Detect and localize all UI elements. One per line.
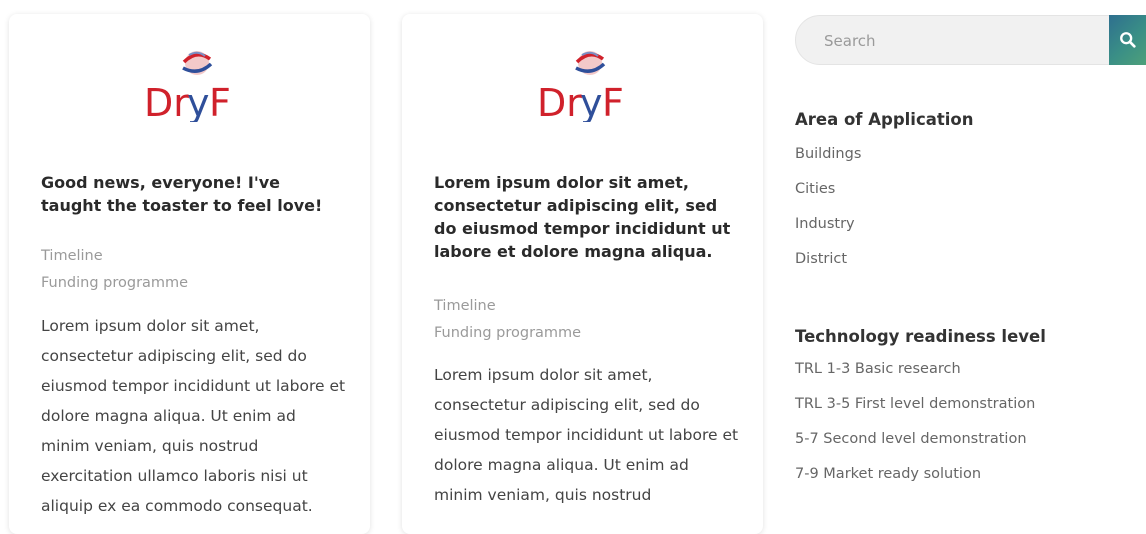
post-description: Lorem ipsum dolor sit amet, consectetur … <box>434 366 739 504</box>
search-input[interactable] <box>822 16 1096 66</box>
filter-link-industry[interactable]: Industry <box>795 207 861 242</box>
search-icon <box>1119 32 1136 48</box>
dryf-logo-image: Dr y F <box>537 51 624 122</box>
svg-text:y: y <box>580 81 603 122</box>
timeline-label: Timeline <box>41 248 103 264</box>
post-title[interactable]: Lorem ipsum dolor sit amet, consectetur … <box>434 171 734 263</box>
post-meta: Timeline Funding programme <box>434 293 581 347</box>
post-description: Lorem ipsum dolor sit amet, consectetur … <box>41 317 346 515</box>
svg-text:y: y <box>187 81 210 122</box>
filter-link-trl-1-3[interactable]: TRL 1-3 Basic research <box>795 352 1035 387</box>
filter-link-cities[interactable]: Cities <box>795 172 861 207</box>
timeline-label: Timeline <box>434 298 496 314</box>
search-bar <box>795 15 1146 66</box>
dryf-logo-image: Dr y F <box>144 51 231 122</box>
filter-link-buildings[interactable]: Buildings <box>795 137 861 172</box>
svg-text:F: F <box>209 81 231 122</box>
funding-programme-label: Funding programme <box>41 275 189 291</box>
filter-link-district[interactable]: District <box>795 242 861 277</box>
svg-text:F: F <box>602 81 624 122</box>
area-of-application-list: Buildings Cities Industry District <box>795 137 861 277</box>
filter-link-trl-3-5[interactable]: TRL 3-5 First level demonstration <box>795 387 1035 422</box>
funding-programme-label: Funding programme <box>434 325 582 341</box>
post-card[interactable]: Dr y F Good news, everyone! I've taught … <box>9 14 370 534</box>
filter-link-trl-7-9[interactable]: 7-9 Market ready solution <box>795 457 1035 492</box>
filter-link-trl-5-7[interactable]: 5-7 Second level demonstration <box>795 422 1035 457</box>
svg-text:Dr: Dr <box>537 81 582 122</box>
svg-text:Dr: Dr <box>144 81 189 122</box>
search-button[interactable] <box>1109 15 1146 65</box>
technology-readiness-level-heading: Technology readiness level <box>795 327 1046 346</box>
dryf-logo[interactable]: Dr y F <box>528 42 638 122</box>
post-card[interactable]: Dr y F Lorem ipsum dolor sit amet, conse… <box>402 14 763 534</box>
post-meta: Timeline Funding programme <box>41 243 188 297</box>
technology-readiness-level-list: TRL 1-3 Basic research TRL 3-5 First lev… <box>795 352 1035 492</box>
dryf-logo[interactable]: Dr y F <box>135 42 245 122</box>
area-of-application-heading: Area of Application <box>795 110 974 129</box>
post-title[interactable]: Good news, everyone! I've taught the toa… <box>41 171 341 217</box>
